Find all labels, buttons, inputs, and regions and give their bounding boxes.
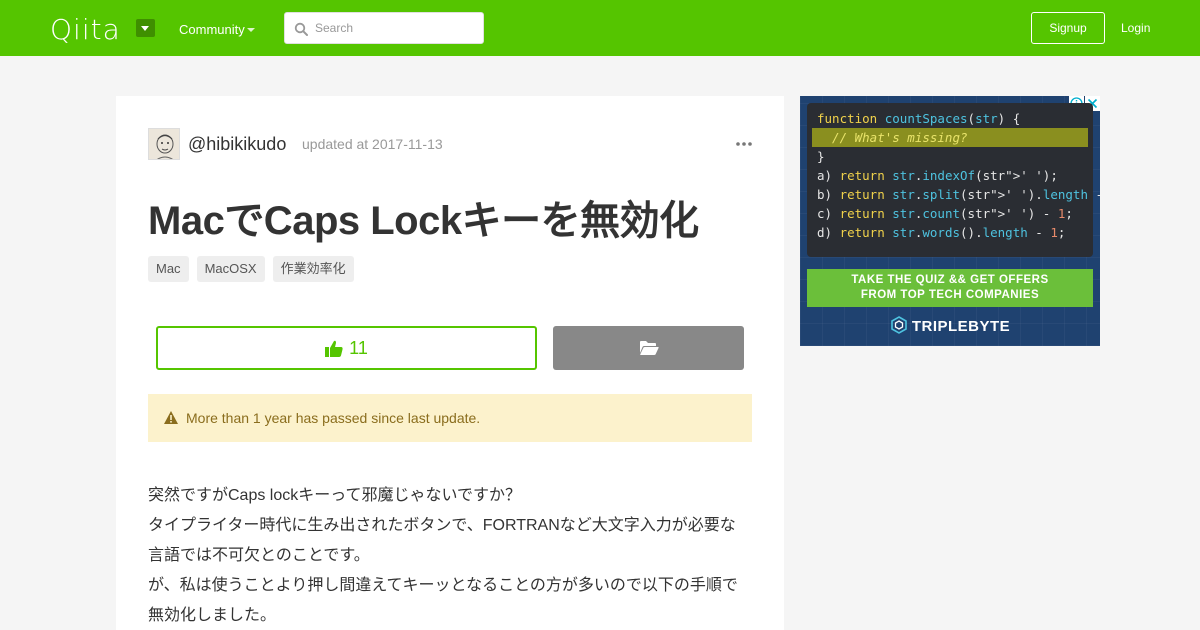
tag[interactable]: MacOSX <box>196 256 265 282</box>
login-link[interactable]: Login <box>1121 21 1150 35</box>
alert-text: More than 1 year has passed since last u… <box>186 410 481 426</box>
body-paragraph-line: 言語では不可欠とのことです。 <box>148 547 370 564</box>
author-name[interactable]: @hibikikudo <box>188 134 286 155</box>
triplebyte-logo-icon <box>891 316 907 334</box>
article-card: @hibikikudo updated at 2017-11-13 MacでCa… <box>116 96 784 630</box>
body-paragraph-line: タイプライター時代に生み出されたボタンで、FORTRANなど大文字入力が必要な <box>148 517 736 534</box>
signup-button[interactable]: Signup <box>1031 12 1105 44</box>
code-line: a) return str.indexOf(str">' '); <box>817 168 1058 183</box>
search-icon <box>294 22 308 36</box>
updated-date: updated at 2017-11-13 <box>302 136 443 152</box>
tag[interactable]: Mac <box>148 256 189 282</box>
tag[interactable]: 作業効率化 <box>272 256 354 282</box>
like-count: 11 <box>349 337 368 358</box>
ad-cta-line: FROM TOP TECH COMPANIES <box>860 289 1040 301</box>
ad-cta-line: TAKE THE QUIZ && GET OFFERS <box>851 274 1049 286</box>
search-input[interactable] <box>315 19 475 37</box>
chevron-down-icon[interactable] <box>247 28 255 32</box>
tag-list: Mac MacOSX 作業効率化 <box>148 256 354 282</box>
search-box[interactable] <box>284 12 484 44</box>
body-paragraph-line: 無効化しました。 <box>148 607 277 624</box>
warning-icon <box>164 411 178 424</box>
code-line: c) return str.count(str">' ') - 1; <box>817 206 1073 221</box>
thumbs-up-icon <box>325 340 343 357</box>
more-options-icon[interactable] <box>736 142 752 146</box>
community-menu[interactable]: Community <box>179 22 245 37</box>
like-button[interactable]: 11 <box>156 326 537 370</box>
folder-open-icon <box>639 341 659 355</box>
outdated-alert: More than 1 year has passed since last u… <box>148 394 752 442</box>
code-line: b) return str.split(str">' ').length - 1… <box>817 187 1100 202</box>
body-paragraph-line: 突然ですがCaps lockキーって邪魔じゃないですか？ <box>148 487 521 504</box>
code-line: d) return str.words().length - 1; <box>817 225 1066 240</box>
logo-dropdown-button[interactable] <box>136 19 155 37</box>
author-avatar[interactable] <box>148 128 180 160</box>
ad-code-panel: function countSpaces(str) { // What's mi… <box>807 103 1100 257</box>
ad-brand-name: TRIPLEBYTE <box>911 318 1011 335</box>
stock-button[interactable] <box>553 326 744 370</box>
article-body: 突然ですがCaps lockキーって邪魔じゃないですか？ タイプライター時代に生… <box>148 481 752 630</box>
body-paragraph-line: が、私は使うことより押し間違えてキーッとなることの方が多いので以下の手順で <box>148 577 738 594</box>
ad-brand: TRIPLEBYTE <box>800 316 1100 335</box>
qiita-logo[interactable]: Qiita <box>50 13 121 46</box>
code-line: function countSpaces(str) { <box>817 111 1021 126</box>
top-navbar: Qiita Community Signup Login <box>0 0 1200 56</box>
code-line: // What's missing? <box>812 128 1088 147</box>
article-title: MacでCaps Lockキーを無効化 <box>148 199 699 243</box>
sidebar-ad[interactable]: function countSpaces(str) { // What's mi… <box>800 96 1100 346</box>
ad-cta-banner[interactable]: TAKE THE QUIZ && GET OFFERS FROM TOP TEC… <box>807 269 1093 307</box>
code-line: } <box>817 149 825 164</box>
